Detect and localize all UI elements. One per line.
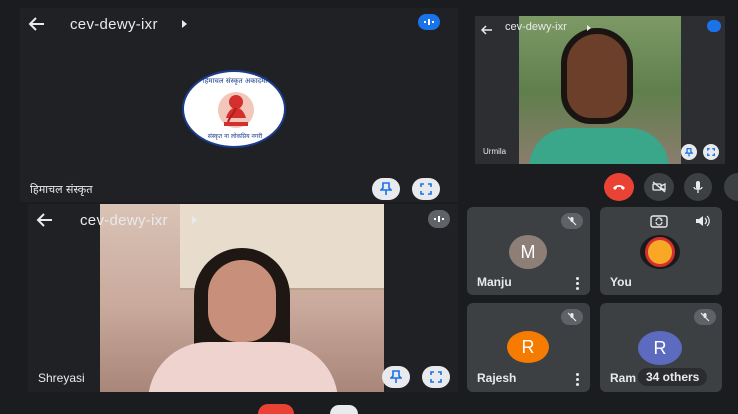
logo-top-text: हिमाचल संस्कृत अकादमी (202, 77, 268, 85)
caret-right-icon[interactable] (587, 25, 591, 31)
microphone-icon (693, 181, 703, 193)
logo-bottom-text: संस्कृत ना लोकप्रिय नगरी (207, 133, 263, 140)
pin-button[interactable] (372, 178, 400, 200)
participant-tile-manju[interactable]: M Manju (467, 207, 590, 295)
ganesha-emblem-icon (218, 92, 254, 128)
more-options-icon[interactable] (576, 275, 579, 292)
pin-button[interactable] (681, 144, 697, 160)
more-options-icon[interactable] (576, 371, 579, 388)
main-presentation-panel: cev-dewy-ixr हिमाचल संस्कृत अकादमी संस्क… (20, 8, 458, 202)
camera-off-button[interactable] (644, 173, 674, 201)
speaker-icon[interactable] (694, 213, 710, 229)
camera-off-icon (652, 181, 666, 193)
pin-button[interactable] (382, 366, 410, 388)
back-arrow-icon[interactable] (28, 16, 46, 32)
mic-off-icon (561, 309, 583, 325)
fullscreen-button[interactable] (412, 178, 440, 200)
participant-name: Shreyasi (38, 371, 85, 385)
mic-off-icon (561, 213, 583, 229)
participant-tile-you[interactable]: You (600, 207, 722, 295)
urmila-video-panel: cev-dewy-ixr Urmila (475, 16, 725, 164)
more-controls-button[interactable] (724, 173, 738, 201)
meeting-code: cev-dewy-ixr (70, 16, 158, 33)
bottom-control-hint-red (258, 404, 294, 414)
participant-name: Manju (477, 275, 512, 289)
urmila-shirt (529, 128, 669, 164)
participant-name: Urmila (483, 147, 507, 156)
caret-right-icon[interactable] (192, 216, 197, 224)
participant-name: Rajesh (477, 371, 517, 385)
avatar: M (509, 235, 547, 269)
fullscreen-icon (707, 148, 715, 156)
shreyasi-video-panel: cev-dewy-ixr Shreyasi (28, 204, 458, 392)
avatar (640, 235, 680, 269)
audio-indicator-icon (707, 20, 721, 32)
avatar: R (507, 331, 549, 363)
shreyasi-video-feed (100, 204, 384, 392)
participant-tile-rajesh[interactable]: R Rajesh (467, 303, 590, 392)
avatar: R (638, 331, 682, 365)
mic-off-icon (694, 309, 716, 325)
presenter-caption: हिमाचल संस्कृत (30, 183, 93, 196)
fullscreen-button[interactable] (703, 144, 719, 160)
urmila-video-feed (519, 16, 681, 164)
meeting-code: cev-dewy-ixr (505, 21, 567, 33)
academy-logo: हिमाचल संस्कृत अकादमी संस्कृत ना लोकप्रि… (182, 70, 286, 148)
others-count-badge[interactable]: 34 others (638, 368, 708, 386)
academy-logo-avatar (645, 237, 675, 267)
caret-right-icon[interactable] (182, 20, 187, 28)
hangup-icon (613, 185, 625, 190)
shreyasi-dress (148, 342, 338, 392)
audio-indicator-icon (428, 210, 450, 228)
participant-tile-ram[interactable]: R Ram 34 others (600, 303, 722, 392)
pin-icon (685, 147, 693, 156)
microphone-button[interactable] (684, 173, 712, 201)
pin-icon (380, 182, 392, 195)
back-arrow-icon[interactable] (36, 212, 54, 228)
audio-indicator-icon (418, 14, 440, 30)
back-arrow-icon[interactable] (480, 22, 493, 35)
switch-camera-icon[interactable] (650, 213, 668, 229)
fullscreen-icon (430, 371, 442, 383)
participant-name: You (610, 275, 632, 289)
urmila-face (561, 28, 633, 124)
fullscreen-button[interactable] (422, 366, 450, 388)
hangup-button[interactable] (604, 173, 634, 201)
participant-name: Ram (610, 371, 637, 385)
pin-icon (390, 370, 402, 383)
fullscreen-icon (420, 183, 432, 195)
shreyasi-face (208, 260, 276, 342)
meeting-code: cev-dewy-ixr (80, 212, 168, 229)
bottom-control-hint-gray (330, 405, 358, 414)
